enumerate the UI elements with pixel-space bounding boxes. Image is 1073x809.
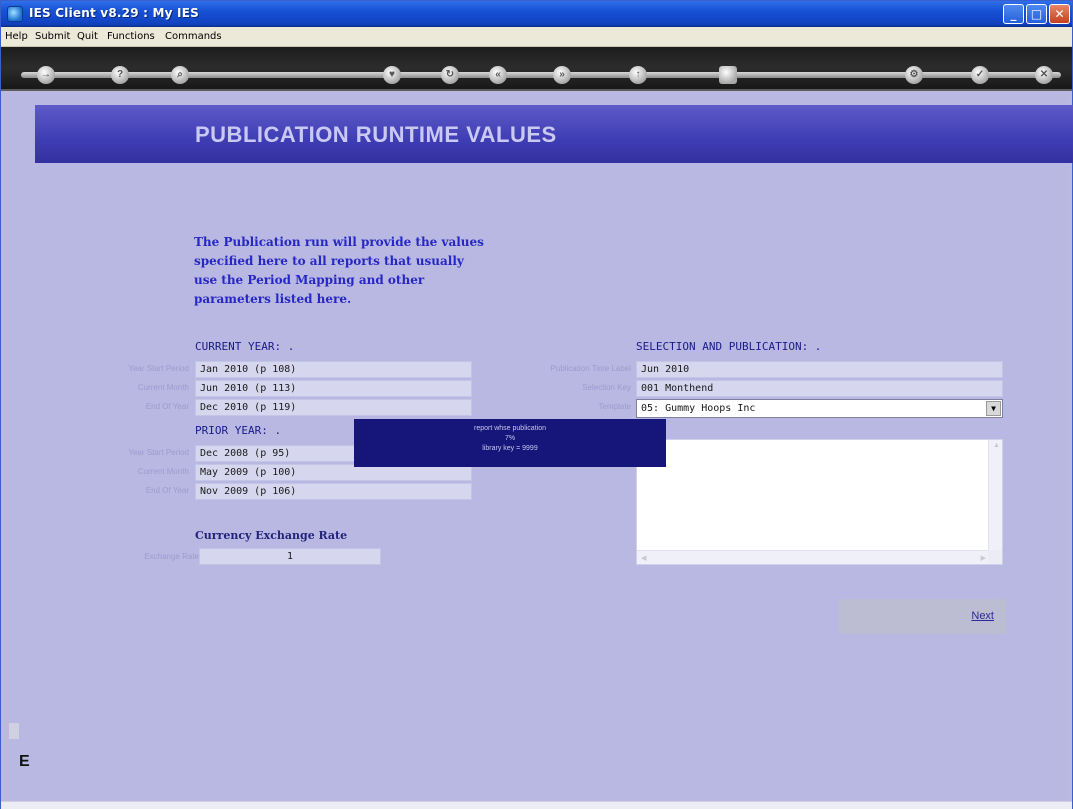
check-icon[interactable]: ✓	[971, 66, 989, 84]
toolbar: → ? ⌕ ♥ ↻ « » ↑ ⚙ ✓ ✕	[1, 47, 1072, 91]
heart-icon[interactable]: ♥	[383, 66, 401, 84]
minimize-button[interactable]: _	[1003, 4, 1024, 24]
prior-year-heading: PRIOR YEAR: .	[195, 424, 282, 437]
arrow-icon[interactable]: →	[37, 66, 55, 84]
field-label: Current Month	[137, 383, 189, 392]
menu-quit[interactable]: Quit	[77, 31, 98, 42]
menu-submit[interactable]: Submit	[35, 31, 70, 42]
next-button[interactable]: Next	[971, 610, 994, 622]
status-bar	[1, 801, 1072, 809]
side-tab[interactable]	[9, 723, 19, 739]
end-of-year-field[interactable]: Dec 2010 (p 119)	[195, 399, 472, 416]
field-label: Exchange Rate	[144, 552, 199, 561]
progress-dialog: report whse publication 7% library key =…	[354, 419, 666, 467]
header-banner: PUBLICATION RUNTIME VALUES	[35, 105, 1073, 163]
intro-text: The Publication run will provide the val…	[194, 235, 484, 306]
field-label: Publication Time Label	[550, 364, 632, 373]
refresh-icon[interactable]: ↻	[441, 66, 459, 84]
horizontal-scrollbar[interactable]: ◀ ▶	[637, 550, 990, 564]
close-button[interactable]: ✕	[1049, 4, 1070, 24]
selection-list[interactable]: ▲ ◀ ▶	[636, 439, 1003, 565]
progress-title: report whse publication	[474, 425, 546, 432]
vertical-scrollbar[interactable]: ▲	[988, 440, 1002, 550]
menu-bar: Help Submit Quit Functions Commands	[1, 27, 1072, 47]
progress-percent: 7%	[504, 435, 516, 442]
help-icon[interactable]: ?	[111, 66, 129, 84]
template-select[interactable]: 05: Gummy Hoops Inc ▼	[636, 399, 1003, 418]
exchange-rate-field[interactable]: 1	[199, 548, 381, 565]
up-icon[interactable]: ↑	[629, 66, 647, 84]
selection-key-field[interactable]: 001 Monthend	[636, 380, 1003, 397]
window-title: IES Client v8.29 : My IES	[29, 6, 199, 20]
app-window: IES Client v8.29 : My IES _ □ ✕ Help Sub…	[0, 0, 1073, 809]
progress-detail: library key = 9999	[482, 445, 538, 452]
page-title: PUBLICATION RUNTIME VALUES	[195, 122, 557, 147]
scroll-right-icon[interactable]: ▶	[981, 554, 986, 562]
dropdown-arrow-icon[interactable]: ▼	[986, 401, 1001, 416]
field-label: Year Start Period	[128, 364, 189, 373]
maximize-button[interactable]: □	[1026, 4, 1047, 24]
current-month-field[interactable]: Jun 2010 (p 113)	[195, 380, 472, 397]
menu-commands[interactable]: Commands	[165, 31, 222, 42]
close-icon[interactable]: ✕	[1035, 66, 1053, 84]
app-icon	[7, 6, 23, 22]
prior-end-of-year-field[interactable]: Nov 2009 (p 106)	[195, 483, 472, 500]
template-value: 05: Gummy Hoops Inc	[641, 403, 756, 414]
field-label: Template	[598, 402, 631, 411]
scroll-left-icon[interactable]: ◀	[641, 554, 646, 562]
side-label: E	[19, 753, 30, 770]
main-content: PUBLICATION RUNTIME VALUES The Publicati…	[9, 93, 1073, 805]
forward-icon[interactable]: »	[553, 66, 571, 84]
publication-time-label-field[interactable]: Jun 2010	[636, 361, 1003, 378]
field-label: Year Start Period	[128, 448, 189, 457]
stop-icon[interactable]	[719, 66, 737, 84]
settings-icon[interactable]: ⚙	[905, 66, 923, 84]
title-bar: IES Client v8.29 : My IES _ □ ✕	[1, 1, 1072, 27]
menu-help[interactable]: Help	[5, 31, 28, 42]
scroll-up-icon[interactable]: ▲	[993, 442, 1000, 449]
scroll-corner	[988, 550, 1002, 564]
field-label: End Of Year	[145, 402, 189, 411]
menu-functions[interactable]: Functions	[107, 31, 155, 42]
selection-heading: SELECTION AND PUBLICATION: .	[636, 340, 822, 353]
next-bar: Next	[839, 599, 1006, 634]
field-label: Current Month	[137, 467, 189, 476]
current-year-heading: CURRENT YEAR: .	[195, 340, 295, 353]
field-label: Selection Key	[582, 383, 631, 392]
rewind-icon[interactable]: «	[489, 66, 507, 84]
field-label: End Of Year	[145, 486, 189, 495]
year-start-field[interactable]: Jan 2010 (p 108)	[195, 361, 472, 378]
search-icon[interactable]: ⌕	[171, 66, 189, 84]
currency-heading: Currency Exchange Rate	[195, 529, 348, 542]
